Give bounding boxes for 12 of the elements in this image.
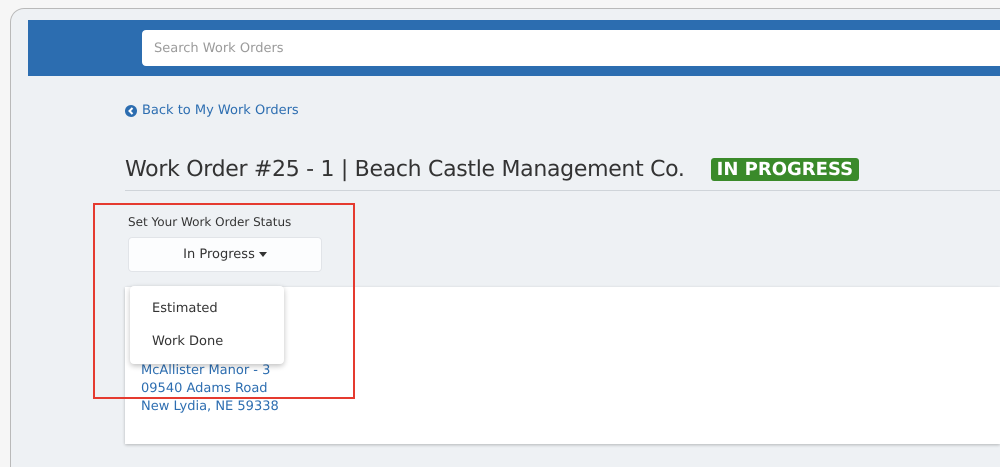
menu-item[interactable]: Work Done: [130, 324, 284, 358]
status-badge: IN PROGRESS: [710, 158, 860, 180]
page-title: Work Order #25 - 1 | Beach Castle Management Co.: [125, 156, 685, 182]
back-link[interactable]: Back to My Work Orders: [125, 103, 299, 118]
status-label: Set Your Work Order Status: [128, 214, 292, 228]
address-line[interactable]: New Lydia, NE 59338: [141, 398, 1000, 414]
status-dropdown[interactable]: In Progress: [128, 236, 322, 272]
menu-item[interactable]: Estimated: [130, 292, 284, 324]
address-line[interactable]: 09540 Adams Road: [141, 380, 1000, 396]
search-field[interactable]: Search Work Orders: [142, 30, 1000, 66]
address-line[interactable]: McAllister Manor - 3: [141, 362, 1000, 378]
caret-icon: [258, 252, 267, 256]
